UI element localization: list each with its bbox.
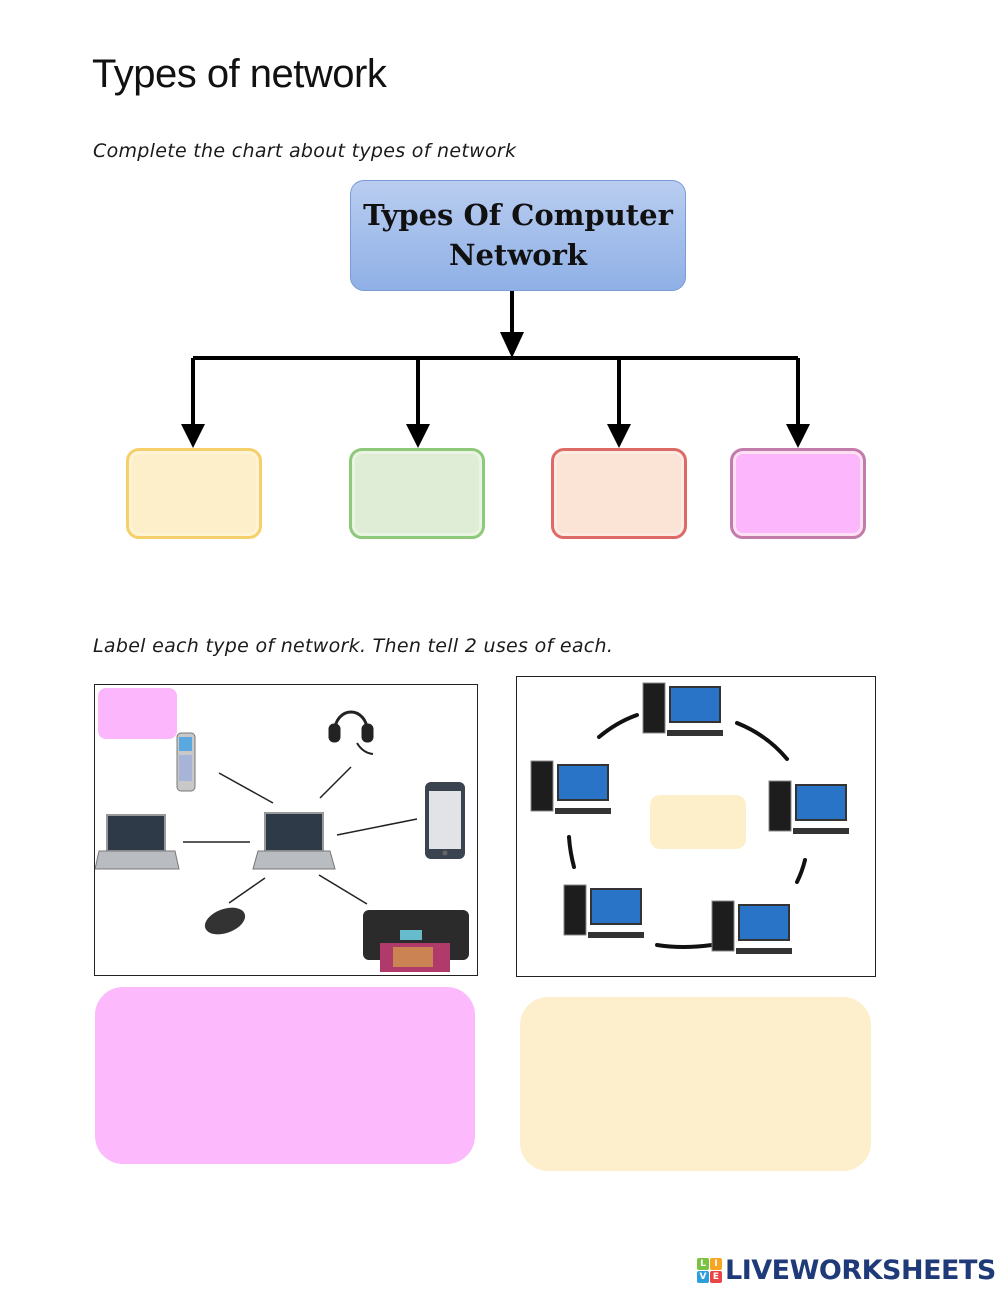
ring-label-box[interactable] [650, 795, 746, 849]
desktop-computer-icon [642, 682, 723, 736]
ring-uses-answer-box[interactable] [520, 997, 871, 1171]
arrow-down-icon [607, 424, 631, 448]
smartphone-icon [425, 782, 465, 859]
logo-cube-e: E [710, 1271, 722, 1283]
central-laptop-icon [252, 812, 336, 870]
network-type-box-1[interactable] [126, 448, 262, 539]
arrow-down-icon [406, 424, 430, 448]
desktop-computer-icon [768, 780, 849, 834]
arrow-down-icon [500, 332, 524, 358]
pan-label-box[interactable] [98, 688, 177, 739]
desktop-computer-icon [563, 884, 644, 938]
pan-uses-answer-box[interactable] [95, 987, 475, 1164]
network-type-box-4[interactable] [730, 448, 866, 539]
arrow-down-icon [786, 424, 810, 448]
cordless-phone-icon [176, 732, 196, 792]
mouse-icon [204, 907, 246, 935]
headset-icon [328, 710, 374, 755]
logo-cube-i: I [710, 1258, 722, 1270]
live-cubes-icon: L I V E [697, 1258, 722, 1283]
desktop-computer-icon [530, 760, 611, 814]
connector-lines [191, 291, 800, 430]
network-type-box-3[interactable] [551, 448, 687, 539]
arrow-down-icon [181, 424, 205, 448]
brand-name: LIVEWORKSHEETS [725, 1255, 996, 1286]
printer-icon [363, 910, 469, 972]
logo-cube-v: V [697, 1271, 709, 1283]
network-type-box-2[interactable] [349, 448, 485, 539]
pan-network-image [94, 684, 478, 976]
laptop-icon [95, 814, 180, 870]
desktop-computer-icon [711, 900, 792, 954]
liveworksheets-logo[interactable]: L I V E LIVEWORKSHEETS [697, 1255, 996, 1286]
ring-network-image [516, 676, 876, 977]
instruction-label-networks: Label each type of network. Then tell 2 … [93, 635, 614, 657]
logo-cube-l: L [697, 1258, 709, 1270]
